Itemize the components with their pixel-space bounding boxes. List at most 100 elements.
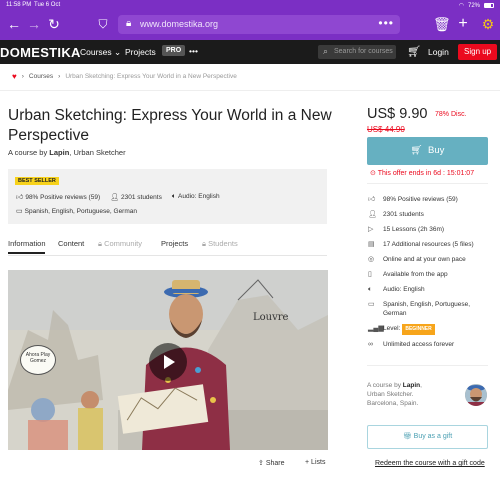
speech-bubble: Ahora Play Gomez [20, 345, 56, 375]
course-video[interactable]: Louvre Ahora Play Gomez [8, 270, 328, 450]
login-link[interactable]: Login [428, 47, 449, 57]
level-badge: BEGINNER [402, 324, 435, 335]
share-icon: ⇪ [258, 460, 264, 467]
signup-button[interactable]: Sign up [458, 44, 498, 60]
forward-arrow-icon[interactable]: → [26, 16, 42, 32]
author-card: A course by Lapin, Urban Sketcher. Barce… [367, 365, 488, 413]
feature-access: ∞ Unlimited access forever [368, 340, 493, 349]
play-button[interactable] [149, 343, 187, 381]
feature-audio: 🔈︎ Audio: English [368, 285, 493, 294]
speaker-icon: 🔈︎ [368, 286, 373, 293]
reviews-stat: 👍︎ 98% Positive reviews (59) [16, 192, 100, 201]
home-icon[interactable]: ♥ [12, 72, 17, 81]
file-icon: ▤ [368, 241, 375, 248]
feature-online: ◎ Online and at your own pace [368, 255, 493, 264]
thumbs-up-icon: 👍︎ [16, 194, 24, 201]
gift-icon: 🎁︎ [402, 433, 412, 440]
avatar[interactable] [465, 384, 487, 406]
gift-label: Buy as a gift [413, 433, 453, 440]
divider [0, 90, 500, 91]
user-icon: 👤︎ [110, 193, 119, 201]
search-icon: ⌕ [323, 46, 329, 56]
tab-students-label: Students [208, 239, 238, 248]
plus-icon[interactable]: + [455, 16, 471, 32]
tab-information[interactable]: Information [8, 239, 46, 248]
course-title: Urban Sketching: Express Your World in a… [8, 107, 332, 144]
lists-button[interactable]: + Lists [305, 459, 325, 466]
shield-icon[interactable]: ⛉ [95, 16, 111, 32]
course-byline: A course by Lapin, Urban Sketcher [8, 148, 126, 157]
redeem-link[interactable]: Redeem the course with a gift code [375, 460, 485, 467]
globe-icon: ◎ [368, 256, 375, 263]
nav-more[interactable]: ••• [189, 46, 198, 56]
url-text: www.domestika.org [140, 19, 219, 29]
audio-stat: 🔈︎ Audio: English [172, 193, 220, 201]
feature-audio-text: Audio: English [383, 286, 425, 293]
reviews-text[interactable]: 98% Positive reviews (59) [25, 194, 100, 201]
trash-icon[interactable]: 🗑︎ [433, 16, 451, 32]
old-price: US$ 44.90 [367, 125, 405, 134]
discount-label: 78% Disc. [435, 111, 467, 118]
tab-community-label: Community [104, 239, 143, 248]
course-info-box: BEST SELLER 👍︎ 98% Positive reviews (59) … [8, 169, 327, 224]
offer-countdown: ⊙ This offer ends in 6d : 15:01:07 [370, 169, 474, 177]
battery-fill [485, 4, 491, 7]
author-card-name[interactable]: Lapin [403, 382, 420, 389]
level-label: Level: [383, 325, 401, 332]
buy-button[interactable]: 🛒︎ Buy [367, 137, 488, 165]
status-right: ◠ 72% [459, 2, 494, 9]
nav-projects[interactable]: Projects [125, 47, 156, 57]
tab-community[interactable]: 🔒︎ Community [98, 239, 142, 249]
share-button[interactable]: ⇪ Share [258, 459, 285, 467]
cart-icon[interactable]: 🛒︎ [407, 45, 421, 58]
sidebar-divider [367, 183, 488, 184]
battery-percent: 72% [467, 2, 480, 9]
gift-button[interactable]: 🎁︎ Buy as a gift [367, 425, 488, 449]
author-card-location: Barcelona, Spain. [367, 400, 419, 407]
students-text: 2301 students [121, 193, 162, 201]
site-navbar: DOMESTIKA Courses ⌄ Projects PRO ••• ⌕ S… [0, 40, 500, 64]
tab-projects[interactable]: Projects [161, 239, 188, 248]
status-time: 11:58 PM [6, 2, 32, 8]
lists-label: Lists [311, 459, 326, 466]
author-card-prefix: A course by [367, 382, 401, 389]
breadcrumb-courses[interactable]: Courses [29, 73, 53, 80]
gear-icon[interactable]: ⚙ [480, 16, 496, 32]
more-dots-icon[interactable]: ••• [378, 16, 394, 30]
feature-subtitles: ▭ Spanish, English, Portuguese, German [368, 300, 493, 317]
subtitles-row: ▭ Spanish, English, Portuguese, German [16, 207, 137, 215]
feature-resources: ▤ 17 Additional resources (5 files) [368, 240, 493, 249]
author-link[interactable]: Lapin [49, 148, 69, 157]
author-card-role: Urban Sketcher. [367, 391, 414, 398]
byline-prefix: A course by [8, 148, 48, 157]
cart-icon: 🛒︎ [410, 145, 423, 156]
tab-content[interactable]: Content [58, 239, 84, 248]
buy-label: Buy [427, 145, 445, 156]
feature-students: 👤︎ 2301 students [368, 210, 493, 219]
price: US$ 9.90 [367, 106, 428, 122]
breadcrumb: ♥ › Courses › Urban Sketching: Express Y… [12, 72, 237, 81]
thumbs-up-icon: 👍︎ [368, 196, 376, 203]
status-date: Tue 6 Oct [34, 2, 61, 8]
browser-chrome: 11:58 PM Tue 6 Oct ◠ 72% ← → ↻ ⛉ 🔒︎ www.… [0, 0, 500, 40]
best-seller-badge: BEST SELLER [15, 177, 59, 185]
feature-resources-text: 17 Additional resources (5 files) [383, 241, 474, 248]
tab-students[interactable]: 🔒︎ Students [202, 239, 238, 249]
subtitles-icon: ▭ [16, 208, 23, 215]
search-input[interactable]: ⌕ Search for courses [318, 45, 396, 59]
reload-icon[interactable]: ↻ [46, 16, 62, 32]
subtitles-icon: ▭ [368, 301, 375, 308]
audio-text: Audio: English [178, 192, 220, 200]
feature-reviews-text[interactable]: 98% Positive reviews (59) [383, 195, 491, 204]
nav-courses[interactable]: Courses ⌄ [80, 47, 121, 58]
back-arrow-icon[interactable]: ← [6, 16, 22, 32]
author-card-text: A course by Lapin, Urban Sketcher. Barce… [367, 382, 422, 407]
feature-subtitles-text: Spanish, English, Portuguese, German [383, 301, 471, 317]
pro-badge[interactable]: PRO [162, 45, 186, 56]
lock-icon: 🔒︎ [126, 18, 132, 29]
feature-level-text: Level: BEGINNER [383, 324, 491, 335]
battery-icon [484, 3, 494, 8]
speaker-icon: 🔈︎ [171, 192, 177, 200]
domestika-logo[interactable]: DOMESTIKA [0, 45, 81, 60]
address-bar[interactable]: 🔒︎ www.domestika.org ••• [118, 15, 400, 34]
